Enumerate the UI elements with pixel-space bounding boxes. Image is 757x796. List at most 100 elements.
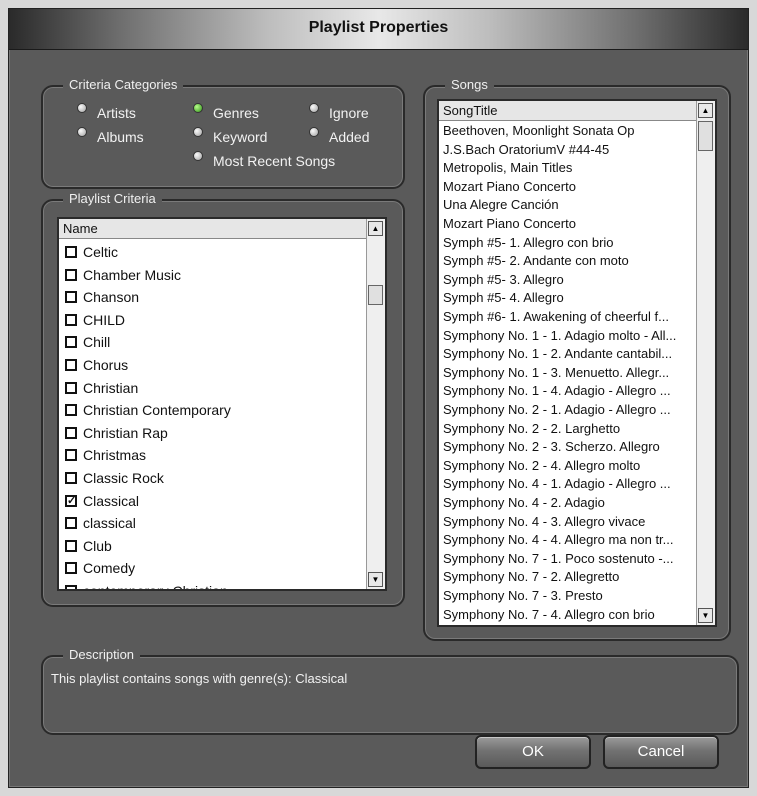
checkbox-icon[interactable] — [65, 336, 77, 349]
songs-label: Songs — [445, 77, 494, 92]
song-list-item[interactable]: Symph #6- 1. Awakening of cheerful f... — [443, 308, 695, 327]
criteria-column-header[interactable]: Name — [59, 219, 369, 239]
criteria-scroll-thumb[interactable] — [368, 285, 383, 305]
criteria-list-item[interactable]: contemporary Christian — [65, 580, 228, 589]
description-group: Description This playlist contains songs… — [41, 647, 739, 735]
song-list-item[interactable]: J.S.Bach OratoriumV #44-45 — [443, 141, 695, 160]
radio-dot-icon[interactable] — [77, 103, 87, 113]
playlist-properties-window: Playlist Properties Criteria Categories … — [8, 8, 749, 788]
criteria-categories-group: Criteria Categories Artists Genres Ignore A… — [41, 77, 405, 189]
song-list-item[interactable]: Symphony No. 7 - 4. Allegro con brio — [443, 606, 695, 625]
song-list-item[interactable]: Symphony No. 4 - 2. Adagio — [443, 494, 695, 513]
songs-scrollbar[interactable]: ▲ ▼ — [696, 101, 715, 625]
radio-dot-icon[interactable] — [309, 103, 319, 113]
criteria-scrollbar[interactable]: ▲ ▼ — [366, 219, 385, 589]
criteria-list-item[interactable]: Celtic — [65, 241, 118, 263]
song-list-item[interactable]: Symph #5- 2. Andante con moto — [443, 252, 695, 271]
song-list-item[interactable]: Symphony No. 2 - 4. Allegro molto — [443, 457, 695, 476]
song-list-item[interactable]: Symphony No. 7 - 2. Allegretto — [443, 568, 695, 587]
criteria-list-item[interactable]: Chill — [65, 331, 110, 353]
song-list-item[interactable]: Symphony No. 2 - 3. Scherzo. Allegro — [443, 438, 695, 457]
song-list-item[interactable]: Mozart Piano Concerto — [443, 215, 695, 234]
criteria-list-item[interactable]: Club — [65, 535, 112, 557]
song-list-item[interactable]: Symphony No. 4 - 1. Adagio - Allegro ... — [443, 475, 695, 494]
radio-most-recent-songs[interactable]: Most Recent Songs — [193, 151, 335, 169]
radio-keyword[interactable]: Keyword — [193, 127, 268, 145]
song-list-item[interactable]: Symphony No. 1 - 4. Adagio - Allegro ... — [443, 382, 695, 401]
criteria-list-item[interactable]: Christian Rap — [65, 422, 168, 444]
song-list-item[interactable]: Symph #5- 4. Allegro — [443, 289, 695, 308]
criteria-list-item[interactable]: Christian — [65, 377, 138, 399]
song-list-item[interactable]: Symphony No. 2 - 2. Larghetto — [443, 420, 695, 439]
radio-ignore[interactable]: Ignore — [309, 103, 369, 121]
song-list-item[interactable]: Mozart Piano Concerto — [443, 178, 695, 197]
radio-added[interactable]: Added — [309, 127, 369, 145]
checkbox-icon[interactable] — [65, 313, 77, 326]
title-bar[interactable]: Playlist Properties — [9, 9, 748, 50]
checkbox-icon[interactable] — [65, 268, 77, 281]
checkbox-icon[interactable] — [65, 291, 77, 304]
song-list-item[interactable]: Symphony No. 2 - 1. Adagio - Allegro ... — [443, 401, 695, 420]
checkbox-icon[interactable]: ✓ — [65, 494, 77, 507]
radio-label: Ignore — [329, 105, 369, 121]
criteria-list-item[interactable]: Comedy — [65, 557, 135, 579]
scroll-up-icon[interactable]: ▲ — [368, 221, 383, 236]
window-title: Playlist Properties — [308, 19, 449, 36]
song-list-item[interactable]: Symphony No. 1 - 3. Menuetto. Allegr... — [443, 364, 695, 383]
radio-dot-icon[interactable] — [193, 103, 203, 113]
criteria-list-item[interactable]: Christmas — [65, 444, 146, 466]
criteria-list-item[interactable]: Christian Contemporary — [65, 399, 231, 421]
checkbox-icon[interactable] — [65, 472, 77, 484]
songs-column-header[interactable]: SongTitle — [439, 101, 699, 121]
criteria-list[interactable]: Name Celtic Chamber Music Chanson CHILD Chil… — [57, 217, 387, 591]
checkbox-icon[interactable] — [65, 449, 77, 462]
radio-genres[interactable]: Genres — [193, 103, 259, 121]
criteria-list-item[interactable]: Chamber Music — [65, 264, 181, 286]
cancel-button[interactable]: Cancel — [603, 735, 719, 769]
criteria-list-item[interactable]: ✓ Classical — [65, 490, 139, 512]
song-list-item[interactable]: Una Alegre Canción — [443, 196, 695, 215]
song-list-item[interactable]: Symphony No. 4 - 3. Allegro vivace — [443, 513, 695, 532]
song-list-item[interactable]: Symph #5- 3. Allegro — [443, 271, 695, 290]
song-list-item[interactable]: Symph #5- 1. Allegro con brio — [443, 234, 695, 253]
checkbox-icon[interactable] — [65, 517, 77, 530]
song-list-item[interactable]: Symphony No. 7 - 3. Presto — [443, 587, 695, 606]
criteria-list-item[interactable]: Classic Rock — [65, 467, 164, 489]
criteria-list-item[interactable]: Chanson — [65, 286, 139, 308]
checkbox-icon[interactable] — [65, 381, 77, 394]
radio-dot-icon[interactable] — [193, 151, 203, 161]
song-list-item[interactable]: Symphony No. 1 - 1. Adagio molto - All..… — [443, 327, 695, 346]
song-list-item[interactable]: Symphony No. 1 - 2. Andante cantabil... — [443, 345, 695, 364]
criteria-item-label: Celtic — [83, 244, 119, 260]
radio-albums[interactable]: Albums — [77, 127, 144, 145]
criteria-list-item[interactable]: classical — [65, 512, 136, 534]
checkbox-icon[interactable] — [65, 359, 77, 371]
criteria-list-item[interactable]: Chorus — [65, 354, 128, 376]
song-list-item[interactable]: Symphony No. 7 - 1. Poco sostenuto -... — [443, 550, 695, 569]
song-list-item[interactable]: Metropolis, Main Titles — [443, 159, 695, 178]
checkbox-icon[interactable] — [65, 539, 77, 552]
scroll-up-icon[interactable]: ▲ — [698, 103, 713, 118]
scroll-down-icon[interactable]: ▼ — [698, 608, 713, 623]
criteria-item-label: Christian Rap — [83, 424, 168, 441]
checkbox-icon[interactable] — [65, 246, 77, 258]
radio-label: Artists — [97, 105, 136, 121]
song-list-item[interactable]: Symphony No. 4 - 4. Allegro ma non tr... — [443, 531, 695, 550]
criteria-list-item[interactable]: CHILD — [65, 309, 125, 331]
criteria-item-label: classical — [83, 515, 136, 532]
radio-label: Keyword — [213, 129, 268, 145]
song-list-item[interactable]: Beethoven, Moonlight Sonata Op — [443, 122, 695, 141]
songs-group: Songs SongTitle Beethoven, Moonlight Son… — [423, 77, 731, 641]
checkbox-icon[interactable] — [65, 426, 77, 439]
radio-dot-icon[interactable] — [193, 127, 203, 137]
songs-list[interactable]: SongTitle Beethoven, Moonlight Sonata Op… — [437, 99, 717, 627]
scroll-down-icon[interactable]: ▼ — [368, 572, 383, 587]
radio-artists[interactable]: Artists — [77, 103, 136, 121]
checkbox-icon[interactable] — [65, 404, 77, 417]
checkbox-icon[interactable] — [65, 585, 77, 589]
ok-button[interactable]: OK — [475, 735, 591, 769]
radio-dot-icon[interactable] — [77, 127, 87, 137]
songs-scroll-thumb[interactable] — [698, 121, 713, 151]
checkbox-icon[interactable] — [65, 562, 77, 575]
radio-dot-icon[interactable] — [309, 127, 319, 137]
